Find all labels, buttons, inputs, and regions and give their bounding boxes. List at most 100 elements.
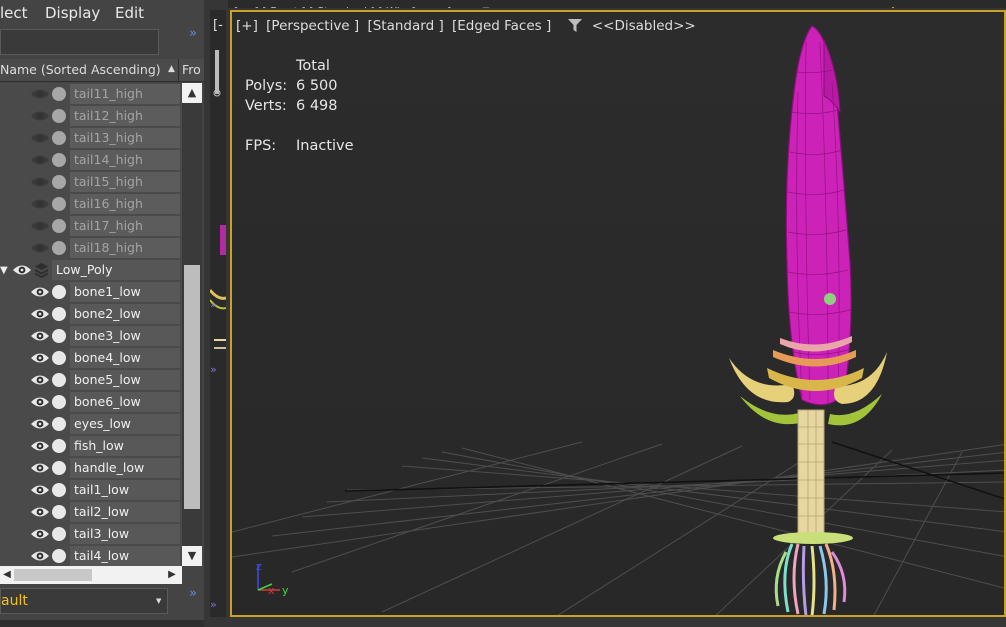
object-name[interactable]: tail15_high	[70, 172, 180, 192]
layer-row[interactable]: ▼ Low_Poly	[0, 259, 182, 281]
viewport-menu-plus[interactable]: [+]	[236, 18, 258, 34]
hidden-eye-icon[interactable]	[30, 197, 50, 211]
expand-chevron-icon[interactable]: »	[210, 298, 217, 311]
expand-chevron-icon[interactable]: »	[210, 598, 217, 611]
list-item[interactable]: fish_low	[0, 435, 182, 457]
object-name[interactable]: tail14_high	[70, 150, 180, 170]
object-name[interactable]: tail13_high	[70, 128, 180, 148]
hidden-eye-icon[interactable]	[30, 153, 50, 167]
list-item[interactable]: tail2_low	[0, 501, 182, 523]
list-item[interactable]: eyes_low	[0, 413, 182, 435]
list-item[interactable]: bone3_low	[0, 325, 182, 347]
top-viewport-edge[interactable]: [ + ] [ Front ] [ Standard ] [ Wireframe…	[228, 0, 1006, 8]
object-name[interactable]: tail18_high	[70, 238, 180, 258]
list-item[interactable]: tail1_low	[0, 479, 182, 501]
object-name[interactable]: tail4_low	[70, 546, 180, 566]
list-item[interactable]: tail16_high	[0, 193, 182, 215]
vertical-scrollbar[interactable]: ▲ ▼	[182, 83, 202, 566]
viewport-filter-status[interactable]: <<Disabled>>	[592, 18, 696, 34]
hidden-eye-icon[interactable]	[30, 109, 50, 123]
chevron-down-icon[interactable]: ▼	[156, 597, 161, 605]
list-item[interactable]: tail4_low	[0, 545, 182, 566]
horizontal-scroll-thumb[interactable]	[14, 569, 92, 581]
object-name[interactable]: eyes_low	[70, 414, 180, 434]
hidden-eye-icon[interactable]	[30, 175, 50, 189]
hidden-eye-icon[interactable]	[30, 131, 50, 145]
object-name[interactable]: tail16_high	[70, 194, 180, 214]
object-name[interactable]: tail3_low	[70, 524, 180, 544]
list-item[interactable]: tail13_high	[0, 127, 182, 149]
menu-select[interactable]: lect	[0, 4, 28, 22]
expand-chevron-icon[interactable]: »	[189, 586, 197, 601]
object-name[interactable]: bone1_low	[70, 282, 180, 302]
list-item[interactable]: tail15_high	[0, 171, 182, 193]
eye-icon[interactable]	[30, 483, 50, 497]
object-name[interactable]: bone6_low	[70, 392, 180, 412]
eye-icon[interactable]	[30, 439, 50, 453]
viewport-display-mode-label[interactable]: [Edged Faces ]	[452, 18, 551, 34]
object-name[interactable]: tail2_low	[70, 502, 180, 522]
eye-icon[interactable]	[30, 505, 50, 519]
handle-mesh	[797, 409, 825, 543]
list-item[interactable]: bone1_low	[0, 281, 182, 303]
object-name[interactable]: tail17_high	[70, 216, 180, 236]
list-item[interactable]: handle_low	[0, 457, 182, 479]
hidden-eye-icon[interactable]	[30, 219, 50, 233]
expand-toolbar-chevron-icon[interactable]: »	[189, 26, 197, 41]
scroll-right-arrow-icon[interactable]: ▶	[164, 566, 180, 584]
eye-icon[interactable]	[30, 395, 50, 409]
eye-icon[interactable]	[30, 417, 50, 431]
object-name[interactable]: tail1_low	[70, 480, 180, 500]
layer-dropdown[interactable]: ault ▼	[0, 588, 168, 614]
column-name-header[interactable]: Name (Sorted Ascending)	[0, 62, 161, 77]
list-item[interactable]: tail18_high	[0, 237, 182, 259]
list-item[interactable]: bone2_low	[0, 303, 182, 325]
left-viewport[interactable]: [- » » »	[210, 10, 226, 617]
filter-icon[interactable]	[567, 19, 582, 32]
eye-icon[interactable]	[30, 549, 50, 563]
vertical-scroll-thumb[interactable]	[184, 265, 200, 509]
list-item[interactable]: tail12_high	[0, 105, 182, 127]
list-item[interactable]: tail17_high	[0, 215, 182, 237]
object-name[interactable]: tail12_high	[70, 106, 180, 126]
object-name[interactable]: handle_low	[70, 458, 180, 478]
eye-icon[interactable]	[30, 373, 50, 387]
object-dot-icon	[52, 395, 66, 409]
viewport-point-of-view-label[interactable]: [Perspective ]	[266, 18, 359, 34]
column-frozen-header[interactable]: Fro	[182, 62, 201, 77]
eye-icon[interactable]	[30, 351, 50, 365]
scroll-left-arrow-icon[interactable]: ◀	[0, 566, 14, 584]
list-item[interactable]: tail3_low	[0, 523, 182, 545]
object-name[interactable]: bone4_low	[70, 348, 180, 368]
explorer-search-input[interactable]	[0, 29, 159, 55]
eye-icon[interactable]	[30, 329, 50, 343]
menu-edit[interactable]: Edit	[115, 4, 144, 22]
eye-icon[interactable]	[30, 285, 50, 299]
eye-icon[interactable]	[30, 527, 50, 541]
horizontal-scrollbar[interactable]: ◀ ▶	[0, 566, 182, 584]
layer-name[interactable]: Low_Poly	[52, 260, 180, 280]
eye-icon[interactable]	[30, 461, 50, 475]
perspective-viewport[interactable]: z x y [+] [Perspective ] [Standard ] [Ed…	[230, 10, 1006, 617]
object-name[interactable]: tail11_high	[70, 84, 180, 104]
scroll-up-arrow-icon[interactable]: ▲	[182, 83, 202, 103]
collapse-triangle-icon[interactable]: ▼	[0, 265, 8, 276]
eye-icon[interactable]	[30, 307, 50, 321]
column-separator[interactable]	[178, 59, 179, 81]
hidden-eye-icon[interactable]	[30, 241, 50, 255]
list-item[interactable]: tail14_high	[0, 149, 182, 171]
object-name[interactable]: bone5_low	[70, 370, 180, 390]
scroll-down-arrow-icon[interactable]: ▼	[182, 546, 202, 566]
hidden-eye-icon[interactable]	[30, 87, 50, 101]
object-name[interactable]: bone2_low	[70, 304, 180, 324]
viewport-shading-label[interactable]: [Standard ]	[367, 18, 443, 34]
list-item[interactable]: bone6_low	[0, 391, 182, 413]
eye-icon[interactable]	[12, 263, 32, 277]
object-name[interactable]: fish_low	[70, 436, 180, 456]
expand-chevron-icon[interactable]: »	[210, 363, 217, 376]
list-item[interactable]: bone4_low	[0, 347, 182, 369]
list-item[interactable]: tail11_high	[0, 83, 182, 105]
menu-display[interactable]: Display	[45, 4, 100, 22]
list-item[interactable]: bone5_low	[0, 369, 182, 391]
object-name[interactable]: bone3_low	[70, 326, 180, 346]
